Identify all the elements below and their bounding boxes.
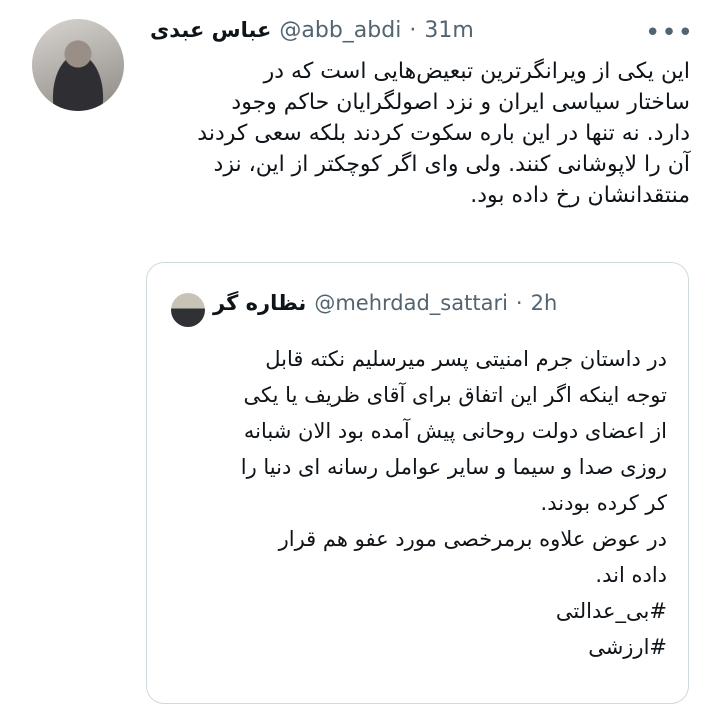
quoted-line: کر کرده بودند.: [540, 491, 667, 515]
quoted-line: در داستان جرم امنیتی پسر میرسلیم نکته قا…: [265, 347, 667, 371]
tweet-header: عباس عبدی @abb_abdi · 31m: [150, 14, 660, 46]
quoted-tweet-body: در داستان جرم امنیتی پسر میرسلیم نکته قا…: [169, 341, 667, 665]
tweet-line: منتقدانشان رخ داده بود.: [470, 183, 690, 208]
quoted-author-name[interactable]: نظاره گر: [213, 291, 306, 315]
tweet-line: دارد. نه تنها در این باره سکوت کردند بلک…: [197, 121, 690, 146]
tweet-line: ساختار سیاسی ایران و نزد اصولگرایان حاکم…: [231, 90, 690, 115]
author-name[interactable]: عباس عبدی: [150, 18, 271, 42]
tweet-body: این یکی از ویرانگرترین تبعیض‌هایی است که…: [150, 56, 690, 211]
tweet-time[interactable]: 31m: [424, 18, 473, 43]
quoted-tweet-header: نظاره گر @mehrdad_sattari · 2h: [213, 291, 557, 315]
quoted-line: داده اند.: [595, 563, 667, 587]
tweet-line: این یکی از ویرانگرترین تبعیض‌هایی است که…: [263, 59, 690, 84]
quoted-line: روزی صدا و سیما و سایر عوامل رسانه ای دن…: [240, 455, 667, 479]
quoted-author-handle[interactable]: @mehrdad_sattari: [314, 291, 508, 315]
quoted-tweet-time[interactable]: 2h: [531, 291, 558, 315]
author-handle[interactable]: @abb_abdi: [279, 18, 401, 43]
author-avatar[interactable]: [32, 19, 124, 111]
quoted-tweet[interactable]: نظاره گر @mehrdad_sattari · 2h در داستان…: [146, 262, 689, 704]
quoted-author-avatar[interactable]: [171, 293, 205, 327]
separator-dot: ·: [515, 291, 523, 315]
tweet-line: آن را لاپوشانی کنند. ولی وای اگر کوچکتر …: [213, 152, 690, 177]
hashtag-link[interactable]: #بی_عدالتی: [169, 593, 667, 629]
quoted-line: توجه اینکه اگر این اتفاق برای آقای ظریف …: [243, 383, 667, 407]
quoted-line: در عوض علاوه برمرخصی مورد عفو هم قرار: [278, 527, 667, 551]
hashtag-link[interactable]: #ارزشی: [169, 629, 667, 665]
more-dots-icon[interactable]: •••: [645, 18, 694, 48]
quoted-line: از اعضای دولت روحانی پیش آمده بود الان ش…: [243, 419, 667, 443]
separator-dot: ·: [409, 17, 417, 43]
